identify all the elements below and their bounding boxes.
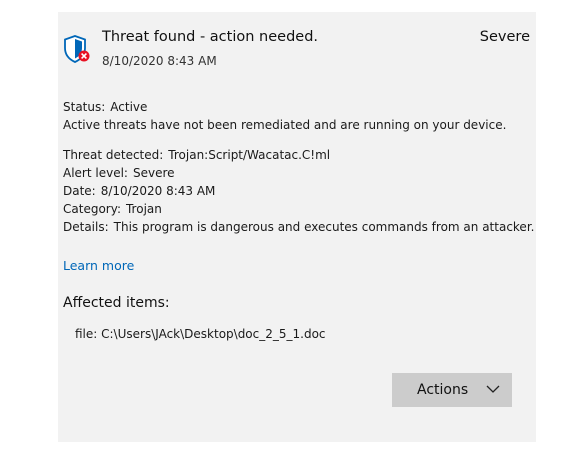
affected-items-heading: Affected items: bbox=[63, 295, 170, 311]
status-description: Active threats have not been remediated … bbox=[63, 118, 507, 132]
detail-value: This program is dangerous and executes c… bbox=[113, 220, 535, 234]
shield-error-icon bbox=[64, 35, 90, 63]
severity-label: Severe bbox=[479, 29, 530, 45]
detail-value: Severe bbox=[132, 166, 175, 180]
status-line: Status: Active bbox=[63, 100, 147, 114]
detail-threat: Threat detected: Trojan:Script/Wacatac.C!… bbox=[63, 148, 330, 162]
detail-alert-level: Alert level: Severe bbox=[63, 166, 175, 180]
detail-label: Details: bbox=[63, 220, 109, 234]
affected-item: file: C:\Users\JAck\Desktop\doc_2_5_1.do… bbox=[75, 327, 326, 341]
detail-value: Trojan:Script/Wacatac.C!ml bbox=[168, 148, 331, 162]
threat-title: Threat found - action needed. bbox=[102, 29, 319, 45]
learn-more-link[interactable]: Learn more bbox=[63, 258, 134, 273]
detail-category: Category: Trojan bbox=[63, 202, 162, 216]
detail-details: Details: This program is dangerous and ex… bbox=[63, 220, 534, 234]
detail-label: Date: bbox=[63, 184, 96, 198]
status-label: Status: bbox=[63, 100, 106, 114]
actions-button[interactable]: Actions bbox=[392, 373, 512, 407]
chevron-down-icon bbox=[486, 385, 500, 393]
detail-label: Threat detected: bbox=[63, 148, 164, 162]
threat-date: 8/10/2020 8:43 AM bbox=[102, 54, 217, 68]
detail-value: 8/10/2020 8:43 AM bbox=[100, 184, 216, 198]
status-value: Active bbox=[110, 100, 148, 114]
threat-details-panel: Threat found - action needed. 8/10/2020 … bbox=[58, 12, 536, 442]
detail-label: Category: bbox=[63, 202, 121, 216]
detail-date: Date: 8/10/2020 8:43 AM bbox=[63, 184, 215, 198]
detail-value: Trojan bbox=[125, 202, 162, 216]
actions-button-label: Actions bbox=[417, 382, 469, 398]
detail-label: Alert level: bbox=[63, 166, 128, 180]
